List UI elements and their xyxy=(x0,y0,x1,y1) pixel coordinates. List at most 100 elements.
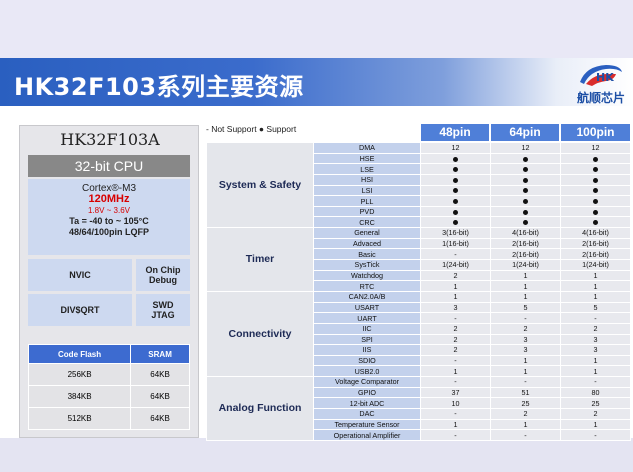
value-cell: 80 xyxy=(560,386,631,399)
value-cell: 25 xyxy=(490,397,561,409)
support-dot-icon xyxy=(523,177,528,183)
feature-cell: PVD xyxy=(313,205,421,218)
value-cell: 1 xyxy=(560,365,631,378)
memory-sram-cell: 64KB xyxy=(130,407,190,430)
feature-cell: LSI xyxy=(313,184,421,197)
value-cell: - xyxy=(490,429,561,441)
memory-row: 384KB 64KB xyxy=(27,385,190,408)
swd-jtag-block: SWD JTAG xyxy=(136,294,190,326)
cpu-frequency: 120MHz xyxy=(88,193,130,205)
value-cell xyxy=(420,184,491,197)
value-cell: 3 xyxy=(490,333,561,346)
cpu-packages: 48/64/100pin LQFP xyxy=(68,227,150,237)
support-dot-icon xyxy=(593,209,598,215)
value-cell xyxy=(560,163,631,175)
value-cell: 2 xyxy=(420,269,491,282)
nvic-block: NVIC xyxy=(28,259,132,291)
table-row: Timer General 3(16-bit) 4(16-bit) 4(16-bit) xyxy=(206,227,631,292)
value-cell: 5 xyxy=(490,301,561,314)
nvic-label: NVIC xyxy=(69,270,91,280)
value-cell: 1 xyxy=(490,269,561,282)
value-cell xyxy=(420,195,491,207)
value-cell: - xyxy=(560,312,631,324)
logo-text: 航顺芯片 xyxy=(576,91,625,105)
value-cell xyxy=(420,216,491,229)
feature-cell: CRC xyxy=(313,216,421,229)
support-dot-icon xyxy=(453,220,458,226)
support-dot-icon xyxy=(593,177,598,183)
divsqrt-label: DIV$QRT xyxy=(60,305,100,315)
support-dot-icon xyxy=(453,188,458,194)
value-cell: 3 xyxy=(560,333,631,346)
debug-label: Debug xyxy=(149,275,177,285)
pin-header-100: 100pin xyxy=(561,124,630,141)
support-dot-icon xyxy=(523,156,528,162)
slide-header: HK32F103系列主要资源 xyxy=(0,58,633,106)
feature-cell: Operational Amplifier xyxy=(313,429,421,441)
memory-flash-cell: 256KB xyxy=(27,363,132,386)
category-cell: Analog Function xyxy=(206,376,314,441)
value-cell xyxy=(560,173,631,186)
svg-text:HK: HK xyxy=(596,71,614,84)
feature-cell: CAN2.0A/B xyxy=(313,290,421,303)
feature-cell: HSI xyxy=(313,173,421,186)
value-cell: 2(16-bit) xyxy=(490,248,561,261)
support-dot-icon xyxy=(523,220,528,226)
value-cell: 12 xyxy=(420,142,491,154)
value-cell: 10 xyxy=(420,397,491,409)
memory-sram-cell: 64KB xyxy=(130,385,190,408)
category-cell: Connectivity xyxy=(206,290,314,378)
feature-cell: USB2.0 xyxy=(313,365,421,378)
memory-row: 256KB 64KB xyxy=(27,363,190,386)
feature-cell: Basic xyxy=(313,248,421,261)
support-dot-icon xyxy=(593,220,598,226)
value-cell: 1 xyxy=(420,418,491,431)
table-row: Connectivity CAN2.0A/B 1 1 1 xyxy=(206,290,631,378)
feature-cell: Watchdog xyxy=(313,269,421,282)
onchip-debug-block: On Chip Debug xyxy=(136,259,190,291)
support-dot-icon xyxy=(523,188,528,194)
value-cell: - xyxy=(490,376,561,388)
support-dot-icon xyxy=(453,199,458,205)
feature-cell: SysTick xyxy=(313,259,421,271)
support-dot-icon xyxy=(523,199,528,205)
memory-flash-cell: 384KB xyxy=(27,385,132,408)
value-cell: 2 xyxy=(560,408,631,420)
value-cell xyxy=(560,216,631,229)
table-row: System & Safety DMA 12 12 12 xyxy=(206,141,631,229)
feature-cell: SDIO xyxy=(313,354,421,367)
feature-cell: IIC xyxy=(313,322,421,335)
support-dot-icon xyxy=(453,156,458,162)
support-dot-icon xyxy=(523,167,528,173)
memory-header-sram: SRAM xyxy=(130,344,190,364)
value-cell xyxy=(490,195,561,207)
support-dot-icon xyxy=(593,167,598,173)
value-cell: 2 xyxy=(420,333,491,346)
pin-header-64: 64pin xyxy=(491,124,559,141)
chip-name: HK32F103A xyxy=(60,130,160,149)
value-cell: 1 xyxy=(420,365,491,378)
value-cell xyxy=(490,173,561,186)
value-cell: 1 xyxy=(560,418,631,431)
support-dot-icon xyxy=(453,177,458,183)
category-cell: Timer xyxy=(206,227,314,292)
value-cell: 2(16-bit) xyxy=(560,237,631,250)
value-cell: 1(24-bit) xyxy=(490,259,561,271)
feature-cell: Advaced xyxy=(313,237,421,250)
value-cell: 51 xyxy=(490,386,561,399)
value-cell: 1 xyxy=(490,365,561,378)
support-dot-icon xyxy=(523,209,528,215)
value-cell xyxy=(490,205,561,218)
value-cell xyxy=(490,216,561,229)
value-cell xyxy=(560,184,631,197)
value-cell: 1 xyxy=(420,290,491,303)
value-cell: - xyxy=(420,248,491,261)
value-cell xyxy=(420,163,491,175)
value-cell: 5 xyxy=(560,301,631,314)
value-cell: 2 xyxy=(490,408,561,420)
value-cell: - xyxy=(420,312,491,324)
value-cell: 4(16-bit) xyxy=(490,227,561,239)
feature-cell: PLL xyxy=(313,195,421,207)
swd-label: SWD xyxy=(152,300,174,310)
value-cell: - xyxy=(420,354,491,367)
